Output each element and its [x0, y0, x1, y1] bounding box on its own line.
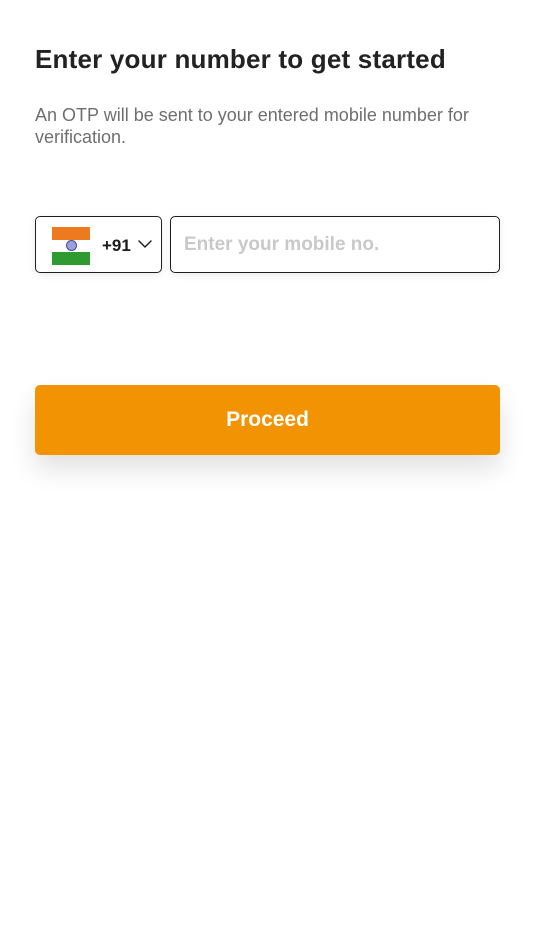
country-dial-code: +91	[102, 236, 131, 255]
otp-info-text: An OTP will be sent to your entered mobi…	[35, 105, 469, 147]
chevron-down-icon	[138, 240, 152, 248]
india-flag-icon	[52, 227, 90, 265]
mobile-number-field	[170, 216, 500, 273]
page-title: Enter your number to get started	[35, 44, 446, 74]
proceed-button[interactable]: Proceed	[35, 385, 500, 455]
login-screen: Enter your number to get started An OTP …	[0, 0, 534, 950]
country-code-selector[interactable]: +91	[35, 216, 162, 273]
mobile-number-input[interactable]	[171, 217, 499, 272]
